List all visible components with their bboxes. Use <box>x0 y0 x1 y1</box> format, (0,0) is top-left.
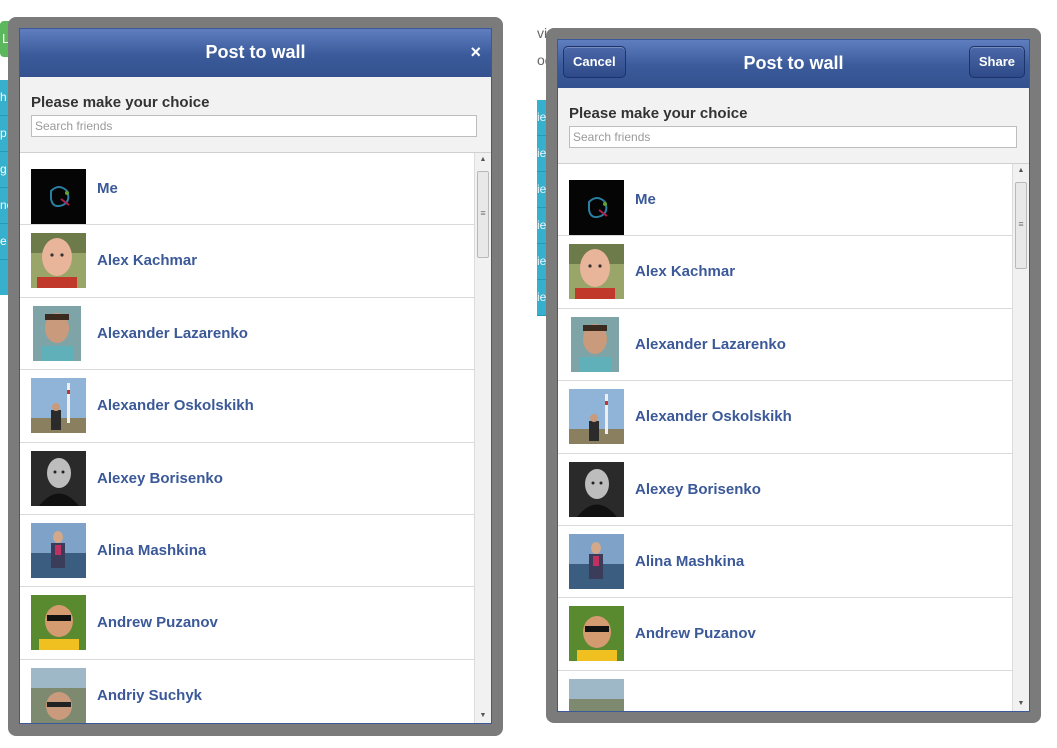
friend-list: Me Alex Kachmar Alexander Lazarenko Alex… <box>558 164 1013 711</box>
dialog-right: Cancel Post to wall Share Please make yo… <box>557 39 1030 712</box>
friend-row[interactable]: Alexander Lazarenko <box>20 298 475 371</box>
avatar-alexander-lazarenko <box>571 316 619 372</box>
avatar-alexey-borisenko <box>31 450 86 506</box>
avatar-me <box>569 180 624 235</box>
friend-row[interactable] <box>558 671 1013 711</box>
search-friends-input[interactable] <box>569 126 1017 148</box>
friend-row[interactable]: Alexander Oskolskikh <box>20 370 475 443</box>
avatar-andrew-puzanov <box>31 595 86 651</box>
friend-name[interactable]: Me <box>97 153 118 225</box>
friend-name[interactable]: Alex Kachmar <box>635 236 735 308</box>
search-friends-input[interactable] <box>31 115 477 137</box>
grip-icon: ≡ <box>1018 219 1024 229</box>
arrow-up-icon[interactable]: ▲ <box>475 153 491 167</box>
dialog-title: Post to wall <box>205 42 306 62</box>
avatar-me <box>31 169 86 224</box>
friend-list-scrollbar[interactable]: ▲ ≡ ▼ <box>474 153 491 723</box>
friend-name[interactable]: Alexander Lazarenko <box>97 298 248 370</box>
dialog-header: Post to wall × <box>20 29 491 78</box>
friend-name[interactable]: Alina Mashkina <box>97 515 206 587</box>
arrow-down-icon[interactable]: ▼ <box>475 709 491 723</box>
arrow-up-icon[interactable]: ▲ <box>1013 164 1029 178</box>
avatar-partial <box>569 678 624 711</box>
avatar-alina-mashkina <box>31 522 86 578</box>
friend-name[interactable]: Alexey Borisenko <box>635 454 761 526</box>
choice-title: Please make your choice <box>569 105 748 122</box>
grip-icon: ≡ <box>480 208 486 218</box>
scrollbar-thumb[interactable]: ≡ <box>1015 182 1027 269</box>
friend-name[interactable]: Alexander Oskolskikh <box>97 370 254 442</box>
cancel-button[interactable]: Cancel <box>563 46 626 78</box>
friend-row[interactable]: Me <box>558 164 1013 237</box>
friend-row[interactable]: Andriy Suchyk <box>20 660 475 723</box>
friend-name[interactable]: Alex Kachmar <box>97 225 197 297</box>
avatar-alexander-lazarenko <box>33 305 81 361</box>
friend-row[interactable]: Alexey Borisenko <box>558 454 1013 526</box>
friend-row[interactable]: Me <box>20 153 475 226</box>
avatar-andrew-puzanov <box>569 606 624 662</box>
friend-name[interactable]: Me <box>635 164 656 236</box>
friend-name[interactable]: Alexander Oskolskikh <box>635 381 792 453</box>
friend-name[interactable]: Andriy Suchyk <box>97 660 202 723</box>
friend-name[interactable]: Alexander Lazarenko <box>635 309 786 381</box>
avatar-alina-mashkina <box>569 533 624 589</box>
friend-name[interactable]: Andrew Puzanov <box>635 598 756 670</box>
friend-row[interactable]: Andrew Puzanov <box>558 598 1013 671</box>
dialog-header: Cancel Post to wall Share <box>558 40 1029 89</box>
friend-row[interactable]: Alina Mashkina <box>20 515 475 588</box>
dialog-left: Post to wall × Please make your choice M… <box>19 28 492 724</box>
choice-panel: Please make your choice <box>558 88 1029 164</box>
friend-list: Me Alex Kachmar Alexander Lazarenko Alex… <box>20 153 475 723</box>
friend-name[interactable]: Andrew Puzanov <box>97 587 218 659</box>
friend-row[interactable]: Alex Kachmar <box>558 236 1013 309</box>
avatar-alex-kachmar <box>569 244 624 300</box>
friend-list-scrollbar[interactable]: ▲ ≡ ▼ <box>1012 164 1029 711</box>
arrow-down-icon[interactable]: ▼ <box>1013 697 1029 711</box>
close-icon[interactable]: × <box>470 29 481 75</box>
friend-name[interactable]: Alina Mashkina <box>635 526 744 598</box>
avatar-alexey-borisenko <box>569 461 624 517</box>
friend-row[interactable]: Alexander Oskolskikh <box>558 381 1013 454</box>
friend-name[interactable]: Alexey Borisenko <box>97 443 223 515</box>
friend-row[interactable]: Andrew Puzanov <box>20 587 475 660</box>
choice-title: Please make your choice <box>31 94 210 111</box>
avatar-alex-kachmar <box>31 233 86 289</box>
avatar-alexander-oskolskikh <box>569 389 624 445</box>
friend-row[interactable]: Alex Kachmar <box>20 225 475 298</box>
avatar-andriy-suchyk <box>31 667 86 723</box>
share-button[interactable]: Share <box>968 46 1025 78</box>
friend-row[interactable]: Alexander Lazarenko <box>558 309 1013 382</box>
dialog-title: Post to wall <box>743 53 844 73</box>
choice-panel: Please make your choice <box>20 77 491 153</box>
avatar-alexander-oskolskikh <box>31 378 86 434</box>
scrollbar-thumb[interactable]: ≡ <box>477 171 489 258</box>
friend-row[interactable]: Alina Mashkina <box>558 526 1013 599</box>
friend-row[interactable]: Alexey Borisenko <box>20 443 475 515</box>
